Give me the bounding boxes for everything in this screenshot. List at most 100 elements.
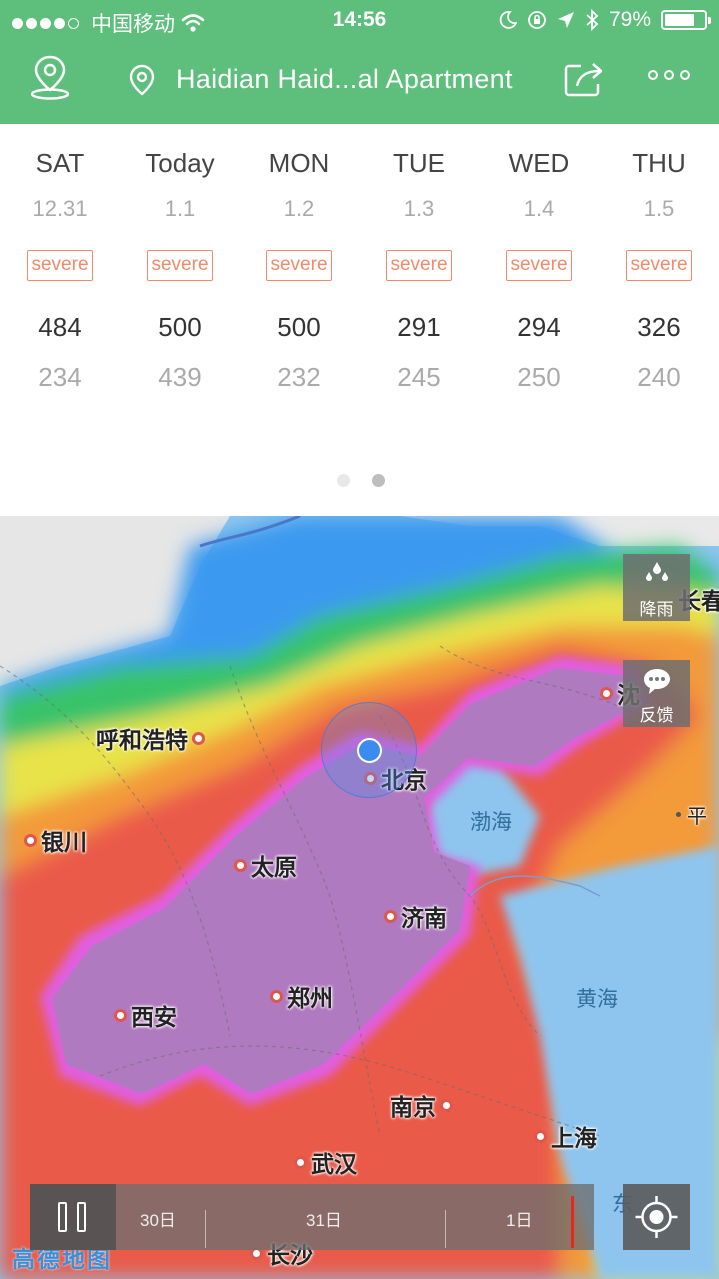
city-name: 武汉 xyxy=(311,1151,357,1177)
severity-badge: severe xyxy=(506,250,572,281)
current-location-marker xyxy=(321,702,417,798)
city-marker-icon xyxy=(440,1098,453,1112)
city-name: 南京 xyxy=(390,1094,436,1120)
aqi-low: 234 xyxy=(38,362,82,392)
city-shanghai[interactable]: 上海 xyxy=(530,1119,597,1153)
battery-percent: 79% xyxy=(608,8,651,31)
feedback-button-label: 反馈 xyxy=(639,706,674,725)
city-marker-icon xyxy=(24,833,37,847)
day-label: TUE xyxy=(393,148,445,178)
app-header: 中国移动 14:56 79% Haidian Haid...al Apartme… xyxy=(0,0,719,124)
timeline-tick xyxy=(205,1210,206,1248)
aqi-high: 291 xyxy=(397,312,441,342)
city-marker-icon xyxy=(384,909,397,923)
city-taiyuan[interactable]: 太原 xyxy=(230,848,297,882)
city-pyongyang[interactable]: 平 xyxy=(676,800,707,829)
day-label: THU xyxy=(632,148,686,178)
moon-icon xyxy=(499,11,517,29)
pollution-heatmap xyxy=(0,516,719,1279)
city-jinan[interactable]: 济南 xyxy=(380,899,447,933)
map-pin-icon xyxy=(129,64,155,96)
timeline-label: 31日 xyxy=(306,1211,342,1230)
city-marker-icon xyxy=(270,989,283,1003)
aqi-low: 240 xyxy=(637,362,681,392)
location-arrow-icon xyxy=(557,12,574,28)
severity-badge: severe xyxy=(27,250,93,281)
aqi-high: 294 xyxy=(517,312,561,342)
city-marker-icon xyxy=(294,1155,307,1169)
city-name: 郑州 xyxy=(287,985,333,1011)
city-xian[interactable]: 西安 xyxy=(110,998,177,1032)
city-name: 呼和浩特 xyxy=(96,727,188,753)
rotation-lock-icon xyxy=(528,11,546,29)
city-marker-icon xyxy=(234,858,247,872)
city-wuhan[interactable]: 武汉 xyxy=(290,1145,357,1179)
severity-badge: severe xyxy=(266,250,332,281)
battery-icon xyxy=(661,10,711,30)
city-nanjing[interactable]: 南京 xyxy=(390,1088,457,1122)
day-label: MON xyxy=(268,148,330,178)
city-name: 西安 xyxy=(131,1004,177,1030)
page-dot-active[interactable] xyxy=(372,474,385,487)
severity-badge: severe xyxy=(386,250,452,281)
aqi-high: 484 xyxy=(38,312,82,342)
aqi-low: 439 xyxy=(158,362,202,392)
city-dot-icon xyxy=(676,812,681,817)
pause-icon xyxy=(77,1202,86,1232)
feedback-button[interactable]: 反馈 xyxy=(623,660,690,727)
nav-bar: Haidian Haid...al Apartment xyxy=(0,40,719,124)
chat-bubble-icon xyxy=(644,669,670,694)
bluetooth-icon xyxy=(586,9,599,31)
location-title[interactable]: Haidian Haid...al Apartment xyxy=(176,64,513,95)
timeline-label: 30日 xyxy=(140,1211,176,1230)
aqi-low: 232 xyxy=(277,362,321,392)
locate-me-button[interactable] xyxy=(623,1184,690,1250)
aqi-forecast: SAT 12.31 severe 484 234 Today 1.1 sever… xyxy=(0,124,719,516)
severity-badge: severe xyxy=(626,250,692,281)
city-marker-icon xyxy=(534,1129,547,1143)
sea-yellow-sea: 黄海 xyxy=(576,988,618,1011)
sea-bohai: 渤海 xyxy=(470,811,512,834)
date-label: 1.2 xyxy=(283,196,315,221)
day-label: SAT xyxy=(35,148,85,178)
city-yinchuan[interactable]: 银川 xyxy=(20,823,87,857)
timeline-current-marker[interactable] xyxy=(571,1196,574,1248)
aqi-low: 245 xyxy=(397,362,441,392)
crosshair-icon xyxy=(635,1196,678,1238)
city-marker-icon xyxy=(192,731,205,745)
aqi-low: 250 xyxy=(517,362,561,392)
city-name: 银川 xyxy=(41,829,87,855)
severity-badge: severe xyxy=(147,250,213,281)
pause-button[interactable] xyxy=(30,1184,116,1250)
status-right: 79% xyxy=(499,8,711,32)
raindrops-icon xyxy=(646,562,668,581)
pollution-map[interactable]: 呼和浩特 银川 北京 太原 济南 西安 郑州 南京 上海 武汉 长沙 沈 长春 … xyxy=(0,516,719,1279)
city-marker-icon xyxy=(600,686,613,700)
share-icon[interactable] xyxy=(563,60,605,98)
date-label: 1.3 xyxy=(403,196,435,221)
city-marker-icon xyxy=(114,1008,127,1022)
page-indicator[interactable] xyxy=(337,474,385,487)
city-hohhot[interactable]: 呼和浩特 xyxy=(96,721,209,755)
aqi-high: 500 xyxy=(158,312,202,342)
rain-button-label: 降雨 xyxy=(639,600,674,619)
date-label: 1.5 xyxy=(643,196,675,221)
day-label: WED xyxy=(508,148,570,178)
pause-icon xyxy=(58,1202,67,1232)
rain-button[interactable]: 降雨 xyxy=(623,554,690,621)
location-button-icon[interactable] xyxy=(28,54,72,100)
day-label: Today xyxy=(145,148,215,178)
timeline-slider[interactable]: 30日 31日 1日 xyxy=(30,1184,594,1250)
city-zhengzhou[interactable]: 郑州 xyxy=(266,979,333,1013)
page-dot[interactable] xyxy=(337,474,350,487)
aqi-high: 500 xyxy=(277,312,321,342)
status-bar: 中国移动 14:56 79% xyxy=(0,0,719,40)
date-label: 1.4 xyxy=(523,196,555,221)
city-name: 济南 xyxy=(401,905,447,931)
more-options-icon[interactable] xyxy=(648,70,692,84)
timeline-tick xyxy=(445,1210,446,1248)
city-name: 平 xyxy=(687,806,707,828)
aqi-high: 326 xyxy=(637,312,681,342)
timeline-label: 1日 xyxy=(506,1211,533,1230)
date-label: 1.1 xyxy=(164,196,196,221)
